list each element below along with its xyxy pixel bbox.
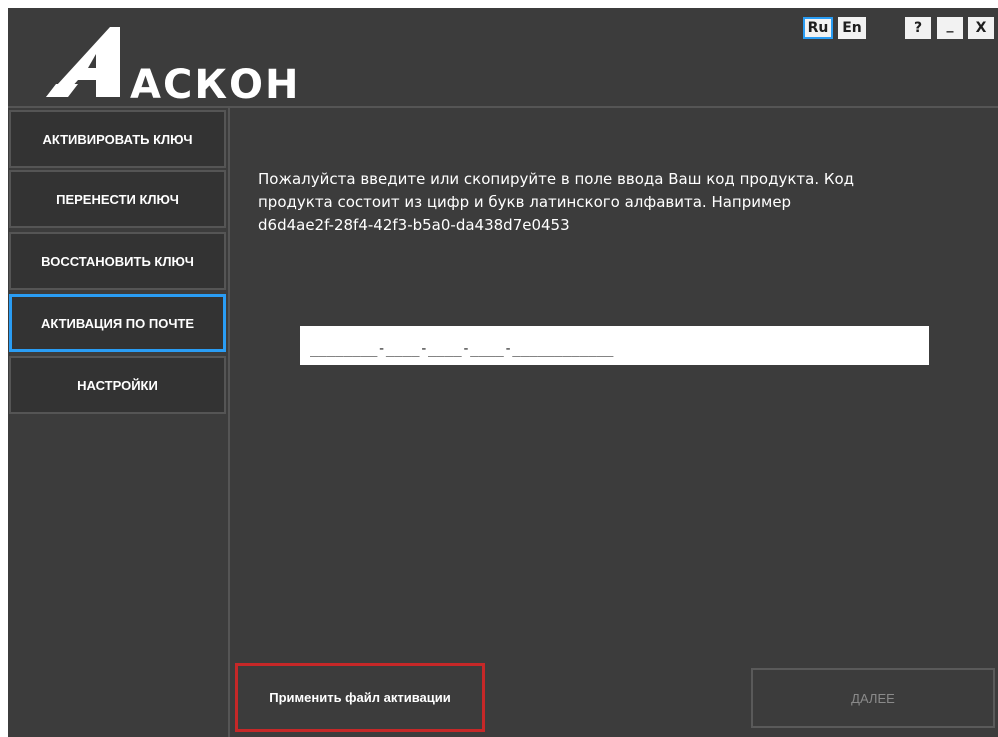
instruction-line: d6d4ae2f-28f4-42f3-b5a0-da438d7e0453 — [258, 216, 570, 234]
lang-en-button[interactable]: En — [838, 17, 866, 39]
askon-logo: АСКОН — [46, 27, 301, 102]
sidebar: АКТИВИРОВАТЬ КЛЮЧ ПЕРЕНЕСТИ КЛЮЧ ВОССТАН… — [8, 108, 228, 737]
header: АСКОН Ru En ? _ X — [8, 8, 998, 106]
instruction-text: Пожалуйста введите или скопируйте в поле… — [258, 168, 938, 237]
instruction-line: продукта состоит из цифр и букв латинско… — [258, 193, 792, 211]
sidebar-item-email-activation[interactable]: АКТИВАЦИЯ ПО ПОЧТЕ — [9, 294, 226, 352]
help-button[interactable]: ? — [905, 17, 931, 39]
sidebar-item-settings[interactable]: НАСТРОЙКИ — [9, 356, 226, 414]
sidebar-item-transfer-key[interactable]: ПЕРЕНЕСТИ КЛЮЧ — [9, 170, 226, 228]
instruction-line: Пожалуйста введите или скопируйте в поле… — [258, 170, 855, 188]
product-key-input[interactable] — [300, 326, 929, 365]
app-window: АСКОН Ru En ? _ X АКТИВИРОВАТЬ КЛЮЧ ПЕРЕ… — [8, 8, 998, 737]
sidebar-item-restore-key[interactable]: ВОССТАНОВИТЬ КЛЮЧ — [9, 232, 226, 290]
close-button[interactable]: X — [968, 17, 994, 39]
apply-activation-file-button[interactable]: Применить файл активации — [235, 663, 485, 732]
minimize-button[interactable]: _ — [937, 17, 963, 39]
logo-wordmark: АСКОН — [130, 62, 301, 102]
main-panel: Пожалуйста введите или скопируйте в поле… — [230, 108, 998, 737]
next-button[interactable]: ДАЛЕЕ — [751, 668, 995, 728]
lang-ru-button[interactable]: Ru — [803, 17, 833, 39]
sidebar-item-activate-key[interactable]: АКТИВИРОВАТЬ КЛЮЧ — [9, 110, 226, 168]
